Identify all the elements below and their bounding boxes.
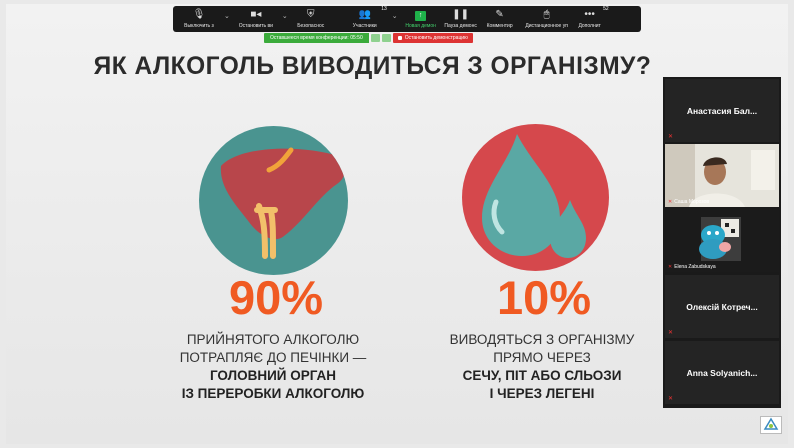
- participant-tile[interactable]: Анастасия Бал... ✕: [665, 79, 779, 142]
- participant-video: [699, 217, 741, 261]
- participant-tile[interactable]: ✕ Elena Zabudskaya: [665, 209, 779, 272]
- pencil-icon: ✎: [495, 9, 504, 20]
- meeting-toolbar: 🎙 Выключить з ⌄ ■◂ Остановить ви ⌄ ⛨ Без…: [173, 6, 641, 32]
- more-button[interactable]: ••• 52 Дополнит: [575, 6, 608, 32]
- stop-video-button[interactable]: ■◂ Остановить ви: [233, 6, 279, 32]
- remote-control-icon: 🖱: [543, 9, 550, 20]
- pause-share-button[interactable]: ❚❚ Пауза демонс: [441, 6, 481, 32]
- annotate-button[interactable]: ✎ Комментир: [481, 6, 519, 32]
- participant-tile[interactable]: ✕ Саша Морозов: [665, 144, 779, 207]
- meeting-timer: Оставшееся время конференции: 05:50: [264, 33, 369, 43]
- chevron-down-icon[interactable]: ⌄: [224, 12, 230, 20]
- muted-mic-icon: ✕: [668, 396, 674, 402]
- muted-mic-icon: ✕: [668, 134, 674, 140]
- info-icon[interactable]: [370, 34, 380, 42]
- left-description: ПРИЙНЯТОГО АЛКОГОЛЮ ПОТРАПЛЯЄ ДО ПЕЧІНКИ…: [179, 332, 367, 401]
- presentation-logo: [760, 416, 782, 434]
- shield-icon: ⛨: [307, 9, 315, 20]
- chevron-down-icon[interactable]: ⌄: [282, 12, 288, 20]
- water-drops-icon: [462, 124, 609, 271]
- mute-button[interactable]: 🎙 Выключить з: [177, 6, 221, 32]
- participants-icon: 👥: [358, 9, 371, 20]
- lock-icon[interactable]: [381, 34, 391, 42]
- muted-mic-icon: ✕: [668, 264, 673, 270]
- muted-mic-icon: ✕: [668, 330, 674, 336]
- remote-control-button[interactable]: 🖱 Дистанционное уп: [519, 6, 575, 32]
- participants-count: 13: [381, 6, 387, 12]
- muted-mic-icon: ✕: [668, 199, 673, 205]
- stop-share-button[interactable]: Остановить демонстрацию: [392, 33, 473, 43]
- chevron-down-icon[interactable]: ⌄: [392, 12, 398, 20]
- liver-icon: [199, 126, 348, 275]
- new-share-button[interactable]: ↑ Новая демон: [401, 6, 441, 32]
- more-badge: 52: [603, 6, 609, 12]
- left-percentage: 90%: [228, 271, 324, 324]
- share-screen-icon: ↑: [415, 11, 427, 21]
- stop-icon: [397, 36, 402, 40]
- share-status-bar: Оставшееся время конференции: 05:50 Оста…: [264, 33, 473, 43]
- video-camera-icon: ■◂: [250, 9, 262, 20]
- participant-tile[interactable]: Олексій Котреч... ✕: [665, 275, 779, 338]
- slide-title: ЯК АЛКОГОЛЬ ВИВОДИТЬСЯ З ОРГАНІЗМУ?: [93, 52, 652, 80]
- more-icon: •••: [584, 9, 595, 20]
- right-percentage: 10%: [496, 271, 592, 324]
- pause-icon: ❚❚: [452, 9, 469, 20]
- participant-tile[interactable]: Anna Solyanich... ✕: [665, 341, 779, 404]
- microphone-icon: 🎙: [192, 9, 206, 20]
- participant-video-panel: Анастасия Бал... ✕ ✕ Саша Морозов ✕ Elena …: [663, 77, 781, 408]
- participants-button[interactable]: 👥 13 Участники: [341, 6, 389, 32]
- right-description: ВИВОДЯТЬСЯ З ОРГАНІЗМУ ПРЯМО ЧЕРЕЗ СЕЧУ,…: [449, 332, 635, 401]
- security-button[interactable]: ⛨ Безопаснос: [291, 6, 331, 32]
- participant-video: [665, 144, 779, 207]
